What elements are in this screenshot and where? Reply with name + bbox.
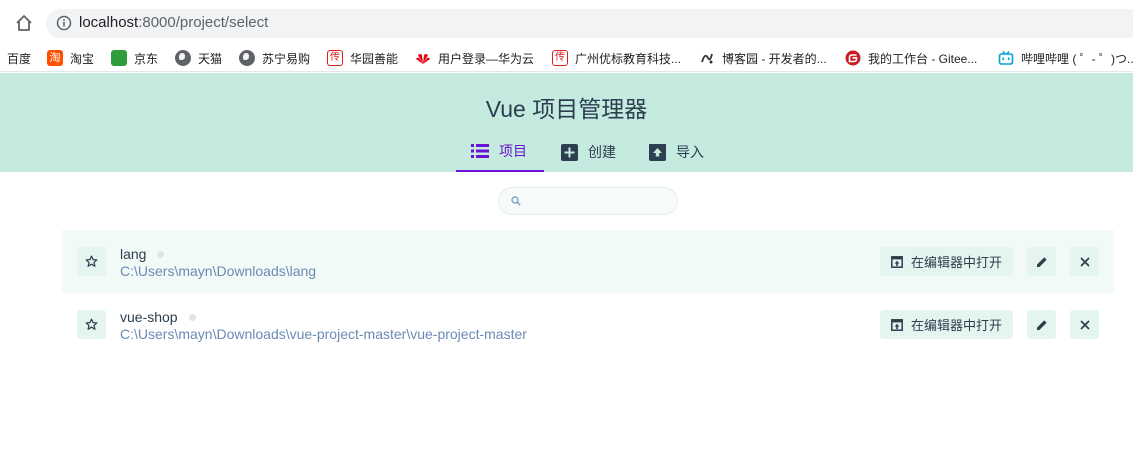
bookmark-label: 华园善能 [350,51,399,66]
add-icon [561,143,578,161]
app-header: Vue 项目管理器 项目 创建 导入 [0,73,1133,172]
bookmark-label: 淘宝 [70,51,95,66]
bookmark-label: 博客园 - 开发者的... [722,51,827,66]
tab-import[interactable]: 导入 [649,132,704,172]
url-host: localhost [79,14,139,31]
info-icon[interactable] [56,15,72,31]
bookmark-baidu[interactable]: 百度 [7,49,31,67]
jd-icon [111,50,127,66]
open-in-new-icon [891,255,903,268]
search-input[interactable] [527,192,667,210]
gitee-icon [845,50,861,66]
globe-icon [239,50,255,66]
star-icon [85,255,98,267]
bookmark-label: 用户登录—华为云 [438,51,535,66]
bookmark-label: 哔哩哔哩 ( ゜- ゜)つ... [1021,51,1133,66]
edit-icon [1036,319,1047,330]
project-name[interactable]: lang [120,246,165,262]
project-row[interactable]: lang C:\Users\mayn\Downloads\lang 在编辑器中打… [62,230,1114,293]
bilibili-icon [998,51,1014,65]
list-icon [471,144,489,158]
bookmark-cnblogs[interactable]: 博客园 - 开发者的... [699,49,827,67]
bookmark-bilibili[interactable]: 哔哩哔哩 ( ゜- ゜)つ... [998,49,1133,67]
taobao-icon: 淘 [47,50,63,66]
url-path: :8000/project/select [138,14,269,31]
huawei-icon [416,54,430,64]
bookmark-taobao[interactable]: 淘 淘宝 [47,49,94,67]
project-row[interactable]: vue-shop C:\Users\mayn\Downloads\vue-pro… [62,293,1114,356]
open-in-editor-button[interactable]: 在编辑器中打开 [880,310,1013,339]
bookmark-label: 我的工作台 - Gitee... [868,51,978,66]
cnblogs-icon [701,53,713,64]
star-icon [85,318,98,330]
url-text[interactable]: localhost:8000/project/select [79,14,268,31]
tab-create[interactable]: 创建 [561,132,616,172]
project-name-text: lang [120,246,147,262]
open-in-editor-label: 在编辑器中打开 [910,255,1002,270]
edit-button[interactable] [1027,310,1056,339]
bookmark-tmall[interactable]: 天猫 [175,49,222,67]
favorite-button[interactable] [77,310,106,339]
browser-toolbar: localhost:8000/project/select [0,0,1133,44]
chuan-icon: 传 [552,50,568,66]
bookmark-label: 苏宁易购 [262,51,311,66]
close-icon [1079,319,1090,330]
remove-button[interactable] [1070,247,1099,276]
bookmark-youbiao[interactable]: 传 广州优标教育科技... [552,49,681,67]
bookmark-huayuan[interactable]: 传 华园善能 [327,49,398,67]
bookmarks-bar: 百度 淘 淘宝 京东 天猫 苏宁易购 传 华园善能 用户登录—华为云 传 广州优… [0,44,1133,72]
bookmark-suning[interactable]: 苏宁易购 [239,49,310,67]
project-path: C:\Users\mayn\Downloads\vue-project-mast… [120,326,527,342]
project-name-text: vue-shop [120,309,178,325]
search-icon [511,196,521,206]
edit-icon [1036,256,1047,267]
project-name[interactable]: vue-shop [120,309,196,325]
bookmark-label: 广州优标教育科技... [575,51,682,66]
search-box[interactable] [498,187,678,215]
remove-button[interactable] [1070,310,1099,339]
bookmark-gitee[interactable]: 我的工作台 - Gitee... [845,49,977,67]
tab-label: 导入 [676,144,704,160]
open-in-editor-button[interactable]: 在编辑器中打开 [880,247,1013,276]
bookmark-label: 京东 [134,51,159,66]
bookmark-label: 百度 [7,51,32,66]
tab-label: 项目 [499,143,527,159]
bookmark-label: 天猫 [198,51,223,66]
bookmark-huaweicloud[interactable]: 用户登录—华为云 [415,49,534,67]
tab-projects[interactable]: 项目 [456,132,544,172]
project-path: C:\Users\mayn\Downloads\lang [120,263,317,279]
import-icon [649,143,666,161]
tab-label: 创建 [588,144,616,160]
bookmark-jd[interactable]: 京东 [111,49,158,67]
chuan-icon: 传 [327,50,343,66]
open-in-new-icon [891,318,903,331]
page-title: Vue 项目管理器 [485,96,648,122]
favorite-button[interactable] [77,247,106,276]
status-dot [188,313,196,321]
open-in-editor-label: 在编辑器中打开 [910,318,1002,333]
close-icon [1079,256,1090,267]
home-icon[interactable] [14,13,34,33]
status-dot [157,250,165,258]
globe-icon [175,50,191,66]
edit-button[interactable] [1027,247,1056,276]
